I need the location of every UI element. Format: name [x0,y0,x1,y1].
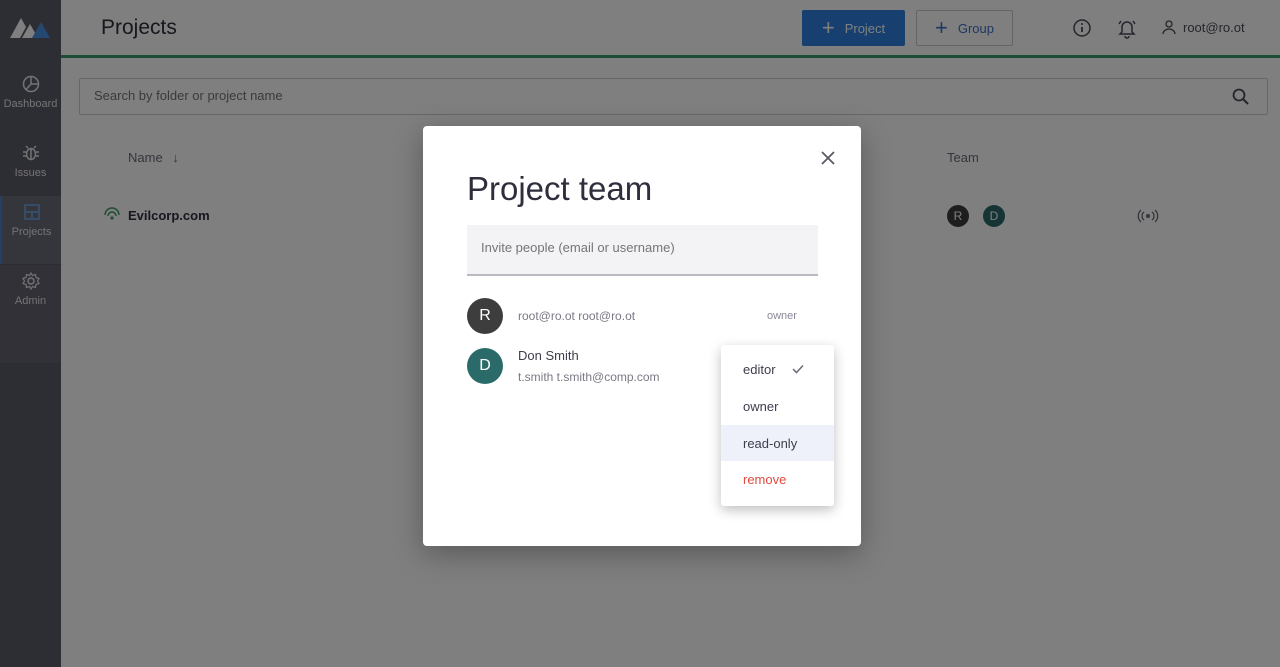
menu-item-editor[interactable]: editor [721,351,834,387]
menu-item-remove[interactable]: remove [721,461,834,497]
menu-item-label: editor [743,361,776,377]
avatar: D [467,348,503,384]
member-email: t.smith t.smith@comp.com [518,370,660,384]
menu-item-label: remove [743,471,787,487]
member-name: Don Smith [518,348,579,363]
invite-input[interactable] [481,240,801,255]
member-role: owner [767,310,797,322]
close-icon[interactable] [820,150,836,166]
role-dropdown-menu: editor owner read-only remove [721,345,834,506]
menu-item-owner[interactable]: owner [721,388,834,424]
dialog-title: Project team [467,170,653,207]
menu-item-read-only[interactable]: read-only [721,425,834,461]
invite-field [467,225,818,276]
menu-item-label: owner [743,398,779,414]
check-icon [792,364,804,374]
member-email: root@ro.ot root@ro.ot [518,309,636,323]
menu-item-label: read-only [743,435,798,451]
avatar: R [467,298,503,334]
